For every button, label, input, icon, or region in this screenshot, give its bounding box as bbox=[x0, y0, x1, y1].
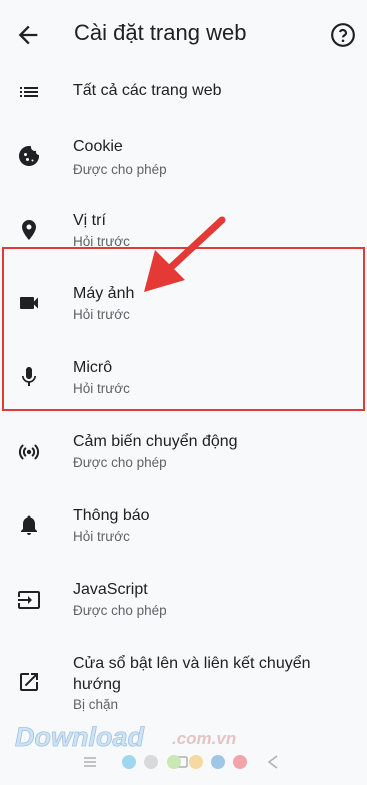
back-nav-icon[interactable] bbox=[265, 754, 281, 770]
item-label-line2: hướng bbox=[73, 676, 121, 693]
help-icon[interactable] bbox=[330, 22, 356, 48]
menu-nav-icon[interactable] bbox=[82, 754, 98, 770]
list-item-notifications[interactable]: Thông báo Hỏi trước bbox=[0, 496, 367, 556]
decor-dot-gray bbox=[144, 755, 158, 769]
item-status: Được cho phép bbox=[73, 603, 167, 618]
item-status: Hỏi trước bbox=[73, 529, 130, 544]
list-item-motion-sensors[interactable]: Cảm biến chuyển động Được cho phép bbox=[0, 422, 367, 482]
item-label: Cookie bbox=[73, 138, 123, 155]
cookie-icon bbox=[19, 145, 40, 166]
item-status: Bị chặn bbox=[73, 697, 119, 712]
list-item-javascript[interactable]: JavaScript Được cho phép bbox=[0, 570, 367, 630]
back-arrow-icon[interactable] bbox=[14, 21, 42, 49]
decor-dot-red bbox=[233, 755, 247, 769]
open-in-new-icon bbox=[20, 673, 38, 691]
list-item-popups-redirects[interactable]: Cửa sổ bật lên và liên kết chuyển hướng … bbox=[0, 644, 367, 716]
annotation-arrow-icon bbox=[144, 216, 226, 292]
item-label: Tất cả các trang web bbox=[73, 82, 222, 99]
list-item-all-sites[interactable]: Tất cả các trang web bbox=[0, 70, 367, 116]
decor-dot-yellow bbox=[189, 755, 203, 769]
list-item-cookie[interactable]: Cookie Được cho phép bbox=[0, 128, 367, 188]
decor-dot-blue bbox=[122, 755, 136, 769]
item-label: Vị trí bbox=[73, 212, 106, 229]
item-label: Thông báo bbox=[73, 507, 150, 524]
item-label: Cửa sổ bật lên và liên kết chuyển bbox=[73, 655, 311, 672]
item-label: Cảm biến chuyển động bbox=[73, 433, 238, 450]
item-status: Được cho phép bbox=[73, 455, 167, 470]
item-status: Được cho phép bbox=[73, 162, 167, 177]
page-title: Cài đặt trang web bbox=[74, 20, 247, 45]
list-icon bbox=[20, 87, 38, 97]
bell-icon bbox=[21, 515, 37, 535]
system-nav-bar bbox=[0, 742, 367, 785]
input-icon bbox=[18, 591, 40, 609]
app-bar: Cài đặt trang web bbox=[0, 0, 367, 70]
location-pin-icon bbox=[22, 220, 36, 240]
sensors-icon bbox=[18, 444, 40, 460]
item-label: JavaScript bbox=[73, 581, 148, 598]
decor-dot-steel bbox=[211, 755, 225, 769]
decor-dot-green bbox=[167, 755, 181, 769]
